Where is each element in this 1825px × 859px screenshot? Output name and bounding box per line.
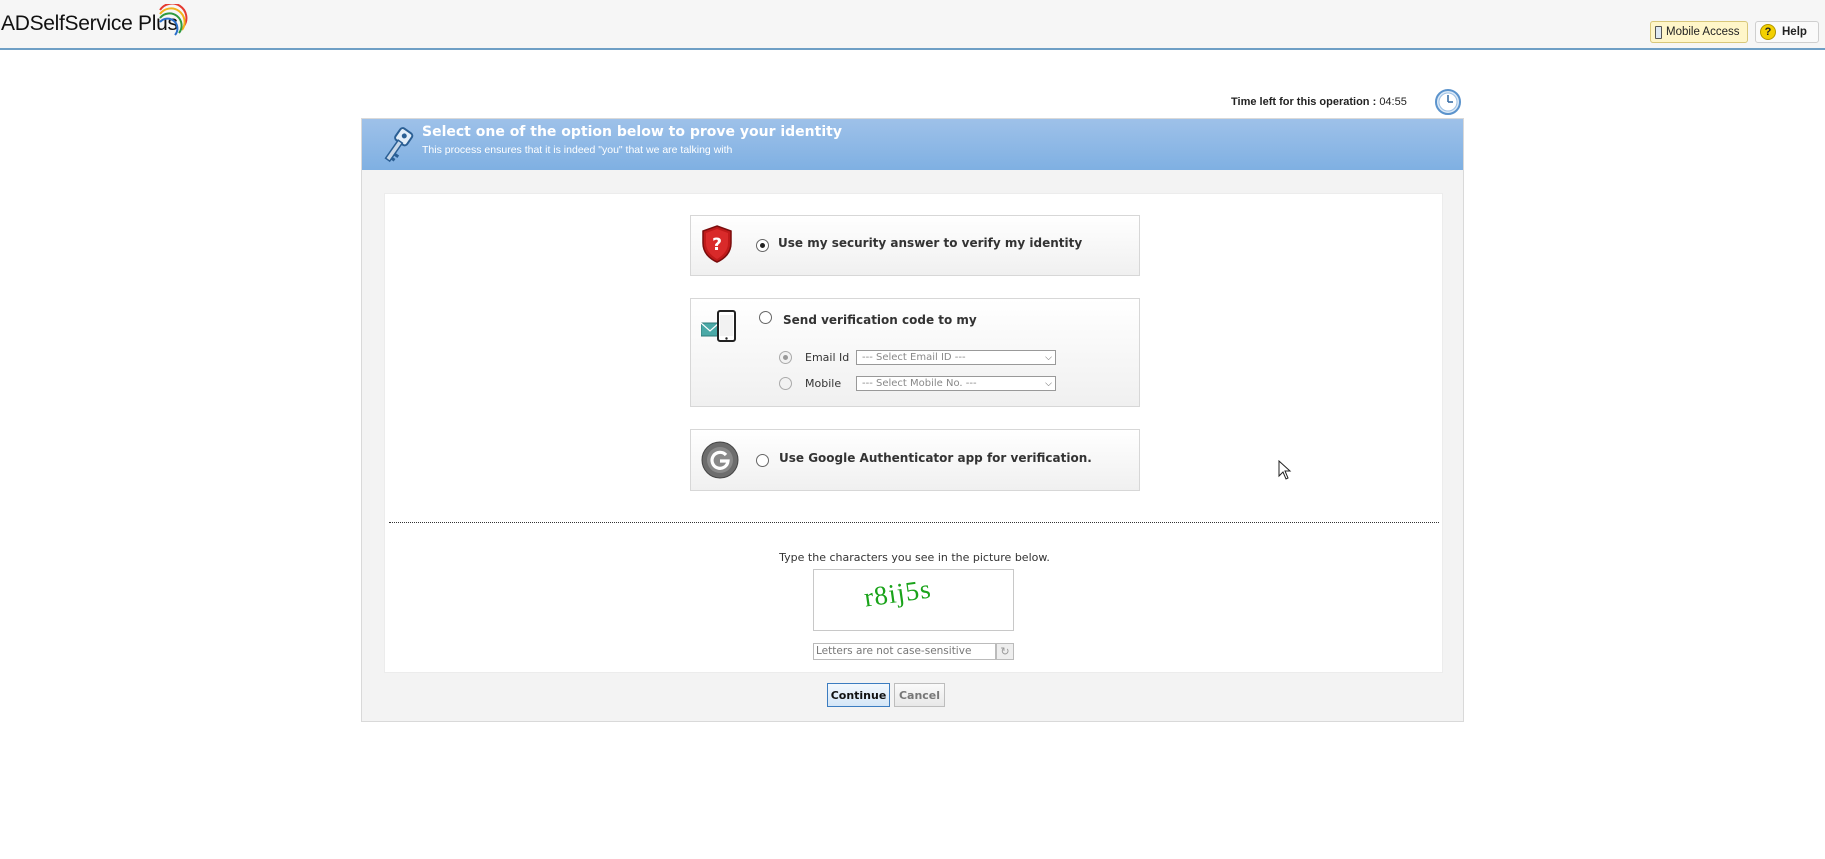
- clock-icon: [1435, 89, 1461, 115]
- captcha-hint: Type the characters you see in the pictu…: [779, 551, 1050, 564]
- email-id-select[interactable]: --- Select Email ID --- ⌵: [856, 350, 1056, 365]
- mobile-access-label: Mobile Access: [1666, 26, 1740, 38]
- mobile-select[interactable]: --- Select Mobile No. --- ⌵: [856, 376, 1056, 391]
- captcha-refresh-button[interactable]: ↻: [996, 643, 1014, 660]
- email-id-radio[interactable]: [779, 351, 792, 364]
- security-answer-label: Use my security answer to verify my iden…: [778, 236, 1083, 250]
- google-authenticator-label: Use Google Authenticator app for verific…: [779, 451, 1092, 465]
- chevron-down-icon: ⌵: [1045, 353, 1052, 363]
- top-bar: ADSelfService Plus Mobile Access ? Help: [0, 0, 1825, 50]
- cancel-button[interactable]: Cancel: [894, 683, 945, 707]
- security-question-shield-icon: ?: [702, 225, 732, 263]
- mobile-radio[interactable]: [779, 377, 792, 390]
- email-id-label: Email Id: [805, 351, 850, 364]
- security-answer-radio[interactable]: [756, 239, 769, 252]
- operation-timer: Time left for this operation : 04:55: [1231, 96, 1407, 108]
- help-button[interactable]: ? Help: [1755, 21, 1819, 43]
- mouse-cursor-icon: [1278, 460, 1292, 480]
- continue-button[interactable]: Continue: [827, 683, 890, 707]
- captcha-text: r8ij5s: [862, 573, 934, 613]
- chevron-down-icon: ⌵: [1045, 379, 1052, 389]
- key-icon: [384, 127, 414, 163]
- mobile-label: Mobile: [805, 377, 842, 390]
- google-authenticator-radio[interactable]: [756, 454, 769, 467]
- panel-subtitle: This process ensures that it is indeed "…: [422, 144, 733, 156]
- app-logo[interactable]: ADSelfService Plus: [1, 4, 188, 42]
- timer-value: 04:55: [1379, 96, 1407, 108]
- timer-label: Time left for this operation :: [1231, 96, 1380, 108]
- divider: [389, 522, 1439, 523]
- captcha-input-placeholder: Letters are not case-sensitive: [816, 645, 972, 657]
- email-mobile-icon: [701, 310, 736, 342]
- option-send-verification-code[interactable]: Send verification code to my Email Id --…: [690, 298, 1140, 407]
- logo-text: ADSelfService: [1, 12, 133, 35]
- captcha-image: r8ij5s: [813, 569, 1014, 631]
- svg-text:?: ?: [712, 235, 722, 255]
- mobile-select-value: --- Select Mobile No. ---: [862, 378, 977, 389]
- send-code-radio[interactable]: [759, 311, 772, 324]
- panel-header: Select one of the option below to prove …: [362, 119, 1463, 170]
- mobile-phone-icon: [1655, 25, 1662, 39]
- option-security-answer[interactable]: ? Use my security answer to verify my id…: [690, 215, 1140, 276]
- refresh-icon: ↻: [1000, 645, 1010, 658]
- options-container: ? Use my security answer to verify my id…: [384, 193, 1443, 673]
- mobile-access-button[interactable]: Mobile Access: [1650, 21, 1748, 43]
- panel-title: Select one of the option below to prove …: [422, 124, 842, 140]
- logo-arc-icon: [159, 4, 188, 36]
- send-code-label: Send verification code to my: [783, 313, 977, 327]
- google-authenticator-icon: [701, 441, 739, 479]
- email-id-select-value: --- Select Email ID ---: [862, 352, 966, 363]
- identity-verification-panel: Select one of the option below to prove …: [361, 118, 1464, 722]
- option-google-authenticator[interactable]: Use Google Authenticator app for verific…: [690, 429, 1140, 491]
- help-question-icon: ?: [1760, 24, 1776, 40]
- help-label: Help: [1782, 26, 1807, 38]
- captcha-input[interactable]: Letters are not case-sensitive: [813, 643, 996, 660]
